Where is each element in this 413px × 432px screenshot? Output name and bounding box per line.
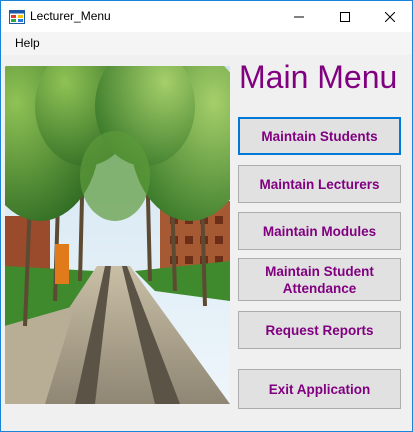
campus-walkway-photo xyxy=(5,66,230,404)
page-title: Main Menu xyxy=(239,59,398,95)
window-title: Lecturer_Menu xyxy=(30,9,111,23)
lecturer-menu-window: Lecturer_Menu Help Main Menu Maintain St… xyxy=(0,0,413,432)
close-icon xyxy=(385,11,395,22)
request-reports-button[interactable]: Request Reports xyxy=(238,311,401,349)
maintain-student-attendance-button[interactable]: Maintain Student Attendance xyxy=(238,258,401,301)
exit-application-button[interactable]: Exit Application xyxy=(238,369,401,409)
title-bar[interactable]: Lecturer_Menu xyxy=(1,1,412,32)
close-button[interactable] xyxy=(367,1,413,32)
app-icon[interactable] xyxy=(9,9,25,25)
minimize-icon xyxy=(294,16,304,17)
maintain-modules-button[interactable]: Maintain Modules xyxy=(238,212,401,250)
maximize-button[interactable] xyxy=(322,1,368,32)
maintain-lecturers-button[interactable]: Maintain Lecturers xyxy=(238,165,401,203)
menu-item-help[interactable]: Help xyxy=(8,35,47,51)
maximize-icon xyxy=(340,11,350,22)
maintain-students-button[interactable]: Maintain Students xyxy=(238,117,401,155)
menu-bar: Help xyxy=(1,32,412,55)
minimize-button[interactable] xyxy=(276,1,322,32)
